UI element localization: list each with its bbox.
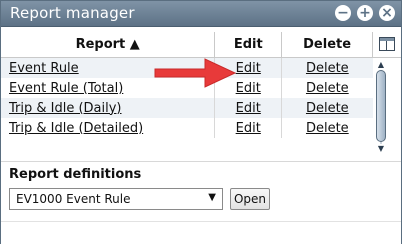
table-row: Trip & Idle (Daily) Edit Delete bbox=[1, 98, 373, 118]
column-header-delete[interactable]: Delete bbox=[281, 32, 373, 58]
column-header-edit[interactable]: Edit bbox=[214, 32, 283, 58]
report-table-area: Report ▲ Edit Delete Event Rule Edit Del… bbox=[1, 28, 401, 156]
maximize-icon[interactable]: + bbox=[357, 5, 373, 21]
window-title: Report manager bbox=[10, 4, 135, 22]
table-row: Trip & Idle (Detailed) Edit Delete bbox=[1, 118, 373, 138]
minimize-icon[interactable]: − bbox=[335, 5, 351, 21]
open-button[interactable]: Open bbox=[230, 188, 270, 210]
annotation-arrow-icon bbox=[154, 58, 237, 88]
report-definition-value: EV1000 Event Rule bbox=[16, 192, 131, 206]
scrollbar-thumb[interactable] bbox=[376, 70, 386, 142]
edit-link[interactable]: Edit bbox=[236, 101, 261, 116]
delete-link[interactable]: Delete bbox=[306, 101, 349, 116]
window-footer bbox=[1, 221, 401, 244]
table-scrollbar[interactable]: ▲ ▼ bbox=[376, 60, 388, 154]
title-bar[interactable]: Report manager − + × bbox=[1, 1, 401, 27]
report-definitions-title: Report definitions bbox=[9, 167, 142, 182]
report-manager-window: Report manager − + × Report ▲ Edit Delet… bbox=[0, 0, 402, 244]
columns-icon bbox=[379, 37, 395, 51]
report-link[interactable]: Trip & Idle (Daily) bbox=[9, 101, 122, 116]
column-header-report[interactable]: Report ▲ bbox=[1, 32, 216, 58]
report-link[interactable]: Event Rule (Total) bbox=[9, 81, 123, 96]
report-definition-select[interactable]: EV1000 Event Rule ▼ bbox=[9, 188, 223, 210]
delete-link[interactable]: Delete bbox=[306, 61, 349, 76]
annotation-arrow-shape bbox=[154, 58, 237, 88]
scroll-up-icon[interactable]: ▲ bbox=[376, 60, 386, 70]
edit-link[interactable]: Edit bbox=[236, 61, 261, 76]
delete-link[interactable]: Delete bbox=[306, 121, 349, 136]
edit-link[interactable]: Edit bbox=[236, 81, 261, 96]
report-link[interactable]: Trip & Idle (Detailed) bbox=[9, 121, 143, 136]
scroll-down-icon[interactable]: ▼ bbox=[376, 144, 386, 154]
chevron-down-icon: ▼ bbox=[208, 192, 216, 203]
report-definitions-section: Report definitions EV1000 Event Rule ▼ O… bbox=[1, 161, 401, 222]
delete-link[interactable]: Delete bbox=[306, 81, 349, 96]
close-icon[interactable]: × bbox=[379, 5, 395, 21]
report-link[interactable]: Event Rule bbox=[9, 61, 79, 76]
edit-link[interactable]: Edit bbox=[236, 121, 261, 136]
column-chooser-button[interactable] bbox=[373, 32, 401, 58]
